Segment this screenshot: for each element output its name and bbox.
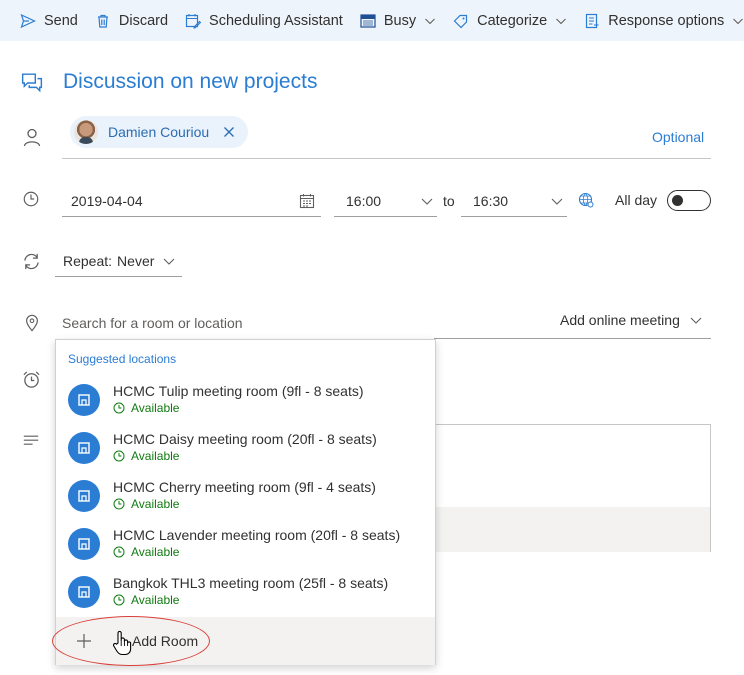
room-name: HCMC Daisy meeting room (20fl - 8 seats)	[113, 431, 377, 447]
availability-text: Available	[131, 545, 180, 559]
availability-text: Available	[131, 593, 180, 607]
room-option[interactable]: HCMC Daisy meeting room (20fl - 8 seats)…	[56, 425, 435, 473]
message-body-editor[interactable]	[430, 424, 711, 552]
command-bar: Send Discard Scheduling Assistant Busy C…	[0, 0, 744, 41]
location-search-input[interactable]: Search for a room or location	[62, 315, 243, 331]
categorize-label: Categorize	[477, 12, 548, 29]
show-as-dropdown[interactable]: Busy	[360, 0, 436, 41]
optional-attendees-link[interactable]: Optional	[652, 129, 704, 145]
chevron-down-icon	[164, 258, 175, 265]
room-icon	[68, 432, 100, 464]
availability-text: Available	[131, 449, 180, 463]
toggle-knob	[672, 194, 683, 206]
end-time-dropdown[interactable]: 16:30	[461, 185, 567, 217]
attendee-name: Damien Couriou	[108, 124, 210, 140]
location-underline	[434, 338, 711, 339]
availability-status: Available	[113, 497, 376, 511]
room-icon	[68, 528, 100, 560]
busy-status-icon	[360, 13, 376, 28]
chevron-down-icon	[690, 317, 702, 324]
categorize-dropdown[interactable]: Categorize	[453, 0, 567, 41]
availability-status: Available	[113, 449, 377, 463]
repeat-label: Repeat:	[63, 253, 113, 269]
clock-icon	[22, 190, 40, 208]
clock-icon	[113, 594, 125, 606]
availability-status: Available	[113, 593, 388, 607]
send-icon	[20, 13, 36, 28]
to-label: to	[443, 193, 455, 209]
response-options-label: Response options	[608, 12, 725, 29]
room-option[interactable]: Bangkok THL3 meeting room (25fl - 8 seat…	[56, 569, 435, 617]
chat-bubbles-icon	[20, 72, 44, 94]
scheduling-assistant-label: Scheduling Assistant	[209, 12, 343, 29]
room-icon	[68, 480, 100, 512]
editor-toolbar	[431, 507, 710, 552]
start-time-dropdown[interactable]: 16:00	[334, 185, 437, 217]
repeat-icon	[22, 252, 41, 271]
availability-status: Available	[113, 545, 400, 559]
start-time-value: 16:00	[346, 192, 382, 209]
repeat-value: Never	[117, 253, 155, 269]
clock-icon	[113, 498, 125, 510]
availability-text: Available	[131, 401, 180, 415]
chevron-down-icon	[556, 18, 567, 24]
availability-status: Available	[113, 401, 364, 415]
all-day-label: All day	[615, 192, 658, 208]
all-day-toggle[interactable]	[667, 190, 711, 211]
clock-icon	[113, 450, 125, 462]
calendar-edit-icon	[185, 13, 202, 29]
add-online-meeting-dropdown[interactable]: Add online meeting	[560, 312, 702, 328]
clock-icon	[113, 546, 125, 558]
start-date-field[interactable]: 2019-04-04	[62, 185, 321, 217]
availability-text: Available	[131, 497, 180, 511]
room-name: HCMC Tulip meeting room (9fl - 8 seats)	[113, 383, 364, 399]
avatar	[74, 120, 98, 144]
calendar-icon[interactable]	[299, 193, 315, 209]
send-button[interactable]: Send	[20, 0, 78, 41]
send-label: Send	[44, 12, 78, 29]
end-time-value: 16:30	[473, 192, 509, 209]
person-icon	[22, 127, 42, 147]
event-title[interactable]: Discussion on new projects	[63, 70, 317, 94]
attendee-chip[interactable]: Damien Couriou	[70, 116, 248, 148]
close-icon[interactable]	[223, 126, 235, 138]
chevron-down-icon	[551, 198, 563, 205]
trash-icon	[97, 14, 108, 28]
location-pin-icon	[23, 313, 41, 333]
response-options-dropdown[interactable]: Response options	[584, 0, 744, 41]
tag-icon	[453, 14, 468, 28]
clock-icon	[113, 402, 125, 414]
online-meeting-label: Add online meeting	[560, 312, 680, 328]
text-lines-icon	[22, 433, 40, 449]
chevron-down-icon	[425, 18, 435, 24]
discard-button[interactable]: Discard	[95, 0, 168, 41]
room-icon	[68, 384, 100, 416]
hand-cursor-icon	[112, 630, 132, 656]
response-options-icon	[586, 13, 599, 28]
room-option[interactable]: HCMC Lavender meeting room (20fl - 8 sea…	[56, 521, 435, 569]
room-option[interactable]: HCMC Tulip meeting room (9fl - 8 seats) …	[56, 377, 435, 425]
start-date-value: 2019-04-04	[71, 192, 143, 209]
room-name: HCMC Cherry meeting room (9fl - 4 seats)	[113, 479, 376, 495]
discard-label: Discard	[118, 12, 169, 29]
room-name: HCMC Lavender meeting room (20fl - 8 sea…	[113, 527, 401, 543]
suggested-locations-header: Suggested locations	[68, 352, 177, 366]
divider	[62, 158, 711, 159]
room-option[interactable]: HCMC Cherry meeting room (9fl - 4 seats)…	[56, 473, 435, 521]
chevron-down-icon	[421, 198, 433, 205]
busy-label: Busy	[383, 12, 417, 29]
repeat-dropdown[interactable]: Repeat: Never	[55, 246, 182, 277]
alarm-clock-icon	[22, 370, 41, 389]
scheduling-assistant-button[interactable]: Scheduling Assistant	[185, 0, 343, 41]
room-icon	[68, 576, 100, 608]
time-zone-globe-icon[interactable]	[578, 192, 594, 208]
room-name: Bangkok THL3 meeting room (25fl - 8 seat…	[113, 575, 389, 591]
chevron-down-icon	[733, 18, 744, 24]
